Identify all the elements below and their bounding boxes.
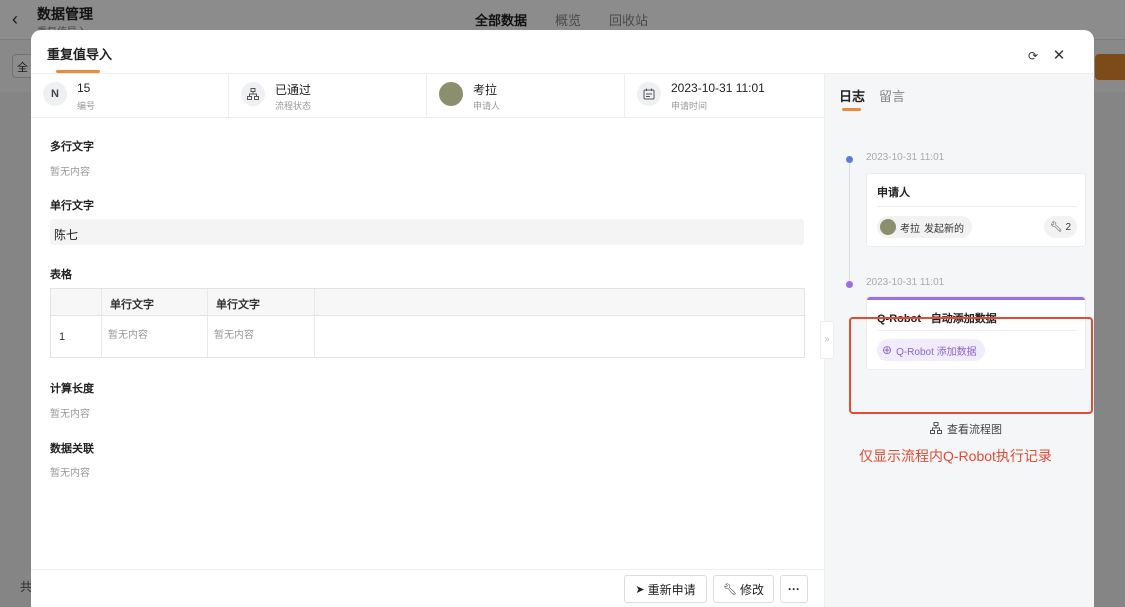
flow-icon (241, 82, 265, 106)
avatar (880, 219, 896, 235)
more-button[interactable]: ··· (780, 575, 808, 603)
meta-apply-time: 2023-10-31 11:01 申请时间 (625, 74, 824, 118)
table-cell[interactable]: 暂无内容 (214, 326, 254, 341)
robot-accent-bar (867, 297, 1085, 300)
log-action: 发起新的 (924, 223, 964, 235)
card-divider (877, 206, 1077, 207)
field-value-data-link: 暂无内容 (50, 468, 90, 479)
send-icon: ➤ (635, 583, 645, 596)
timeline-dot (846, 156, 853, 163)
meta-value: 15 (77, 81, 91, 95)
timeline-line (849, 159, 850, 287)
record-modal: 重复值导入 ⟳ ✕ N 15 编号 已通过 流程状态 考拉 申请人 2023-1… (31, 30, 1094, 607)
tab-log[interactable]: 日志 (839, 86, 865, 105)
meta-row: N 15 编号 已通过 流程状态 考拉 申请人 2023-10-31 11:01… (31, 74, 824, 118)
field-value-multiline: 暂无内容 (50, 167, 90, 178)
meta-status: 已通过 流程状态 (229, 74, 427, 118)
edit-button[interactable]: 🔧︎ 修改 (713, 575, 774, 603)
meta-label: 申请时间 (671, 101, 708, 111)
field-label-table: 表格 (50, 269, 72, 281)
tab-underline (842, 108, 861, 111)
field-value-calc-length: 暂无内容 (50, 409, 90, 420)
wrench-icon: 🔧︎ (1049, 221, 1063, 233)
meta-label: 编号 (77, 101, 96, 111)
table-divider (314, 289, 315, 357)
log-card-applicant: 申请人 考拉 发起新的 🔧︎ 2 (866, 173, 1086, 247)
calendar-icon (637, 82, 661, 106)
log-count: 2 (1065, 221, 1071, 233)
field-label-multiline: 多行文字 (50, 141, 94, 153)
annotation-text: 仅显示流程内Q-Robot执行记录 (859, 448, 1052, 464)
collapse-panel-handle[interactable]: » (820, 321, 834, 359)
close-icon[interactable]: ✕ (1050, 48, 1068, 66)
meta-id: N 15 编号 (31, 74, 229, 118)
data-table: 单行文字 单行文字 1 暂无内容 暂无内容 (50, 288, 805, 358)
table-cell[interactable]: 暂无内容 (108, 326, 148, 341)
field-label-calc-length: 计算长度 (50, 383, 94, 395)
reapply-label: 重新申请 (647, 582, 696, 597)
annotation-highlight-box (849, 317, 1093, 414)
log-time: 2023-10-31 11:01 (866, 152, 945, 163)
meta-value: 2023-10-31 11:01 (671, 81, 765, 95)
meta-value: 已通过 (275, 83, 312, 97)
reapply-button[interactable]: ➤ 重新申请 (624, 575, 707, 603)
title-underline (56, 70, 100, 73)
timeline-dot (846, 281, 853, 288)
edit-label: 修改 (739, 582, 764, 597)
modal-title: 重复值导入 (47, 47, 113, 62)
avatar (439, 82, 463, 106)
meta-value: 考拉 (473, 83, 498, 97)
wrench-icon: 🔧︎ (723, 583, 737, 596)
log-count-chip[interactable]: 🔧︎ 2 (1043, 216, 1077, 238)
log-user-pill[interactable]: 考拉 发起新的 (877, 216, 972, 238)
log-time: 2023-10-31 11:01 (866, 277, 945, 288)
field-label-data-link: 数据关联 (50, 443, 94, 455)
table-header: 单行文字 (216, 299, 260, 311)
field-value-singleline[interactable]: 陈七 (50, 219, 804, 245)
table-row-index: 1 (59, 331, 66, 343)
flow-icon (930, 421, 942, 437)
log-user-name: 考拉 (900, 223, 920, 235)
view-flow-label: 查看流程图 (947, 424, 1002, 436)
modal-footer: ➤ 重新申请 🔧︎ 修改 ··· (31, 569, 824, 607)
table-header-row: 单行文字 单行文字 (51, 289, 804, 316)
id-icon: N (43, 82, 67, 106)
modal-header: 重复值导入 ⟳ ✕ (31, 30, 1094, 74)
table-divider (207, 289, 208, 357)
tab-comments[interactable]: 留言 (879, 86, 905, 105)
log-card-title: 申请人 (877, 187, 910, 199)
meta-applicant: 考拉 申请人 (427, 74, 625, 118)
meta-label: 流程状态 (275, 101, 312, 111)
refresh-icon[interactable]: ⟳ (1024, 48, 1042, 66)
view-flow-link[interactable]: 查看流程图 (930, 421, 1002, 437)
meta-label: 申请人 (473, 101, 501, 111)
field-label-singleline: 单行文字 (50, 200, 94, 212)
table-header: 单行文字 (110, 299, 154, 311)
log-panel: 日志 留言 » 2023-10-31 11:01 申请人 考拉 发起新的 🔧︎ … (820, 74, 1094, 607)
table-divider (101, 289, 102, 357)
